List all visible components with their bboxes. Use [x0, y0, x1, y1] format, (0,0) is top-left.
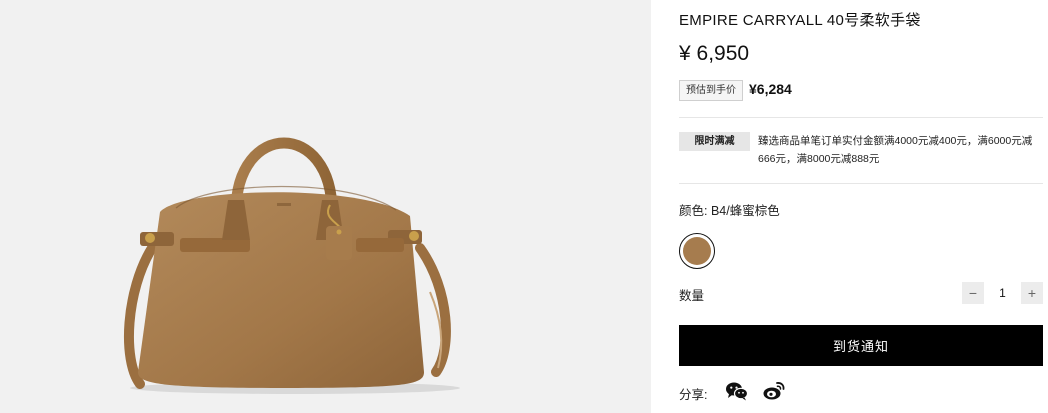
color-label: 颜色: B4/蜂蜜棕色 — [679, 204, 780, 218]
quantity-value[interactable]: 1 — [984, 282, 1021, 304]
product-title: EMPIRE CARRYALL 40号柔软手袋 — [679, 12, 921, 29]
share-label: 分享: — [679, 388, 708, 402]
estimate-price-tag: 预估到手价 — [679, 80, 743, 101]
quantity-decrease-button[interactable]: − — [962, 282, 984, 304]
weibo-icon[interactable] — [762, 380, 786, 402]
divider — [679, 183, 1043, 184]
handbag-image — [123, 137, 460, 394]
wechat-icon[interactable] — [725, 380, 749, 402]
quantity-increase-button[interactable]: + — [1021, 282, 1043, 304]
promotion-badge: 限时满减 — [679, 132, 750, 151]
quantity-label: 数量 — [679, 289, 705, 303]
product-price: ¥ 6,950 — [679, 42, 750, 65]
estimate-price: ¥6,284 — [749, 81, 792, 97]
product-image-panel — [0, 0, 651, 413]
divider — [679, 117, 1043, 118]
promotion-text: 臻选商品单笔订单实付金额满4000元减400元，满6000元减666元，满800… — [758, 135, 1033, 165]
color-swatch-fill — [683, 237, 711, 265]
color-swatch[interactable] — [679, 233, 715, 269]
product-info-panel: EMPIRE CARRYALL 40号柔软手袋 ¥ 6,950 预估到手价 ¥6… — [679, 0, 1043, 413]
notify-button[interactable]: 到货通知 — [679, 325, 1043, 366]
